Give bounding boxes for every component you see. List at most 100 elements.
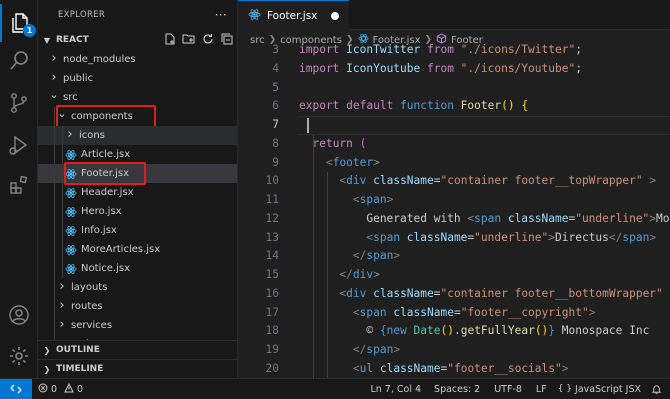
search-icon[interactable] xyxy=(0,42,38,80)
workspace-root[interactable]: ▼ REACT xyxy=(38,30,237,50)
code-token: Directus xyxy=(555,230,609,244)
code-text: import IconYoutube from "./icons/Youtube… xyxy=(299,60,582,79)
indent-guide xyxy=(54,240,55,259)
code-text: </span> xyxy=(299,341,400,360)
indent-guide xyxy=(313,134,314,378)
indent-guide xyxy=(54,145,55,164)
tree-folder[interactable]: › public xyxy=(38,69,237,88)
tree-file[interactable]: Hero.jsx xyxy=(38,202,237,221)
tree-folder[interactable]: › node_modules xyxy=(38,50,237,69)
code-line: 18 © {new Date().getFullYear()} Monospac… xyxy=(238,322,670,341)
run-debug-icon[interactable] xyxy=(0,126,38,164)
problems-indicator[interactable]: 0 0 xyxy=(32,382,89,396)
language-label: JavaScript JSX xyxy=(575,383,641,395)
timeline-label: TIMELINE xyxy=(56,364,104,374)
code-line: 4 import IconYoutube from "./icons/Youtub… xyxy=(238,60,670,79)
account-icon[interactable] xyxy=(0,296,38,334)
react-file-icon xyxy=(64,205,78,219)
tree-folder[interactable]: › icons xyxy=(38,126,237,145)
code-line: 12 Generated with <span className="under… xyxy=(238,210,670,229)
code-token: div xyxy=(346,286,374,300)
new-file-icon[interactable] xyxy=(163,33,176,48)
code-text: <div className="container footer__topWra… xyxy=(299,172,656,191)
explorer-title: EXPLORER xyxy=(58,10,106,20)
chevron-down-icon: ▼ xyxy=(43,35,51,45)
code-text: © {new Date().getFullYear()} Monospace I… xyxy=(299,322,649,341)
tab-footer-jsx[interactable]: Footer.jsx xyxy=(238,0,350,30)
settings-gear-icon[interactable] xyxy=(0,337,38,375)
code-token: "container footer__topWrapper" xyxy=(440,174,643,188)
line-number: 4 xyxy=(272,61,279,75)
code-token: default xyxy=(346,99,401,113)
code-token: > xyxy=(386,193,394,206)
tree-file[interactable]: Header.jsx xyxy=(38,183,237,202)
extensions-icon[interactable] xyxy=(0,166,38,204)
code-text: </div> xyxy=(299,266,379,285)
tab-bar: Footer.jsx xyxy=(238,0,670,30)
react-file-icon xyxy=(64,224,78,238)
indent-guide xyxy=(54,202,55,221)
code-token: import xyxy=(299,61,347,75)
source-control-icon[interactable] xyxy=(0,84,38,122)
code-token: className xyxy=(373,286,434,300)
tree-file[interactable]: MoreArticles.jsx xyxy=(38,240,237,259)
indent-guide xyxy=(62,240,63,259)
code-token: Monospace Inc xyxy=(555,324,650,338)
unsaved-indicator-icon[interactable] xyxy=(331,11,340,20)
tree-file[interactable]: Info.jsx xyxy=(38,221,237,240)
code-token: > xyxy=(393,343,401,356)
code-token: = xyxy=(453,305,461,319)
explorer-sidebar: EXPLORER ··· ▼ REACT › node_modules › pu… xyxy=(38,0,238,378)
code-line: 16 <div className="container footer__bot… xyxy=(238,285,670,304)
code-text: return ( xyxy=(299,135,366,154)
indentation[interactable]: Spaces: 2 xyxy=(427,384,487,395)
code-token: () xyxy=(534,324,549,338)
line-number: 14 xyxy=(265,249,279,263)
code-editor[interactable]: 3 import IconTwitter from "./icons/Twitte… xyxy=(238,43,670,378)
code-token: Date xyxy=(413,324,441,338)
tree-item-label: Header.jsx xyxy=(81,187,134,198)
more-actions-icon[interactable]: ··· xyxy=(215,8,227,22)
code-token: ; xyxy=(575,43,582,56)
tree-item-label: Article.jsx xyxy=(81,149,131,160)
code-line: 20 <ul className="footer__socials"> xyxy=(238,360,670,378)
code-token: < xyxy=(352,193,360,206)
explorer-icon[interactable]: 1 xyxy=(0,4,38,42)
explorer-toolbar xyxy=(163,33,233,48)
tree-file[interactable]: Notice.jsx xyxy=(38,259,237,278)
language-mode[interactable]: { } JavaScript JSX xyxy=(554,384,645,395)
code-token: from xyxy=(426,61,461,75)
code-line: 6 export default function Footer() { xyxy=(238,97,670,116)
code-token: return xyxy=(312,136,360,150)
react-file-icon xyxy=(64,243,78,257)
indent-guide xyxy=(62,145,63,164)
encoding[interactable]: UTF-8 xyxy=(487,384,529,395)
line-ending[interactable]: LF xyxy=(529,384,554,395)
timeline-section[interactable]: ❯ TIMELINE xyxy=(38,359,237,378)
cursor-position[interactable]: Ln 7, Col 4 xyxy=(364,384,427,395)
collapse-all-icon[interactable] xyxy=(220,33,233,48)
tree-folder[interactable]: › services xyxy=(38,316,237,335)
code-token: { xyxy=(379,324,387,338)
tree-folder[interactable]: › layouts xyxy=(38,278,237,297)
tree-folder[interactable]: › routes xyxy=(38,297,237,316)
code-token: </ xyxy=(339,268,353,281)
tree-item-label: MoreArticles.jsx xyxy=(81,244,161,255)
tree-item-label: Hero.jsx xyxy=(81,206,122,217)
refresh-icon[interactable] xyxy=(201,33,214,48)
braces-icon: { } xyxy=(557,384,573,394)
outline-section[interactable]: ❯ OUTLINE xyxy=(38,340,237,359)
code-token: "container footer__bottomWrapper" xyxy=(440,286,663,300)
code-token: import xyxy=(299,43,347,56)
code-line: 10 <div className="container footer__top… xyxy=(238,172,670,191)
notifications-bell-icon[interactable] xyxy=(645,384,670,395)
remote-icon[interactable] xyxy=(0,378,32,399)
new-folder-icon[interactable] xyxy=(182,33,195,48)
code-token: from xyxy=(426,43,461,56)
code-text: export default function Footer() { xyxy=(299,97,528,116)
